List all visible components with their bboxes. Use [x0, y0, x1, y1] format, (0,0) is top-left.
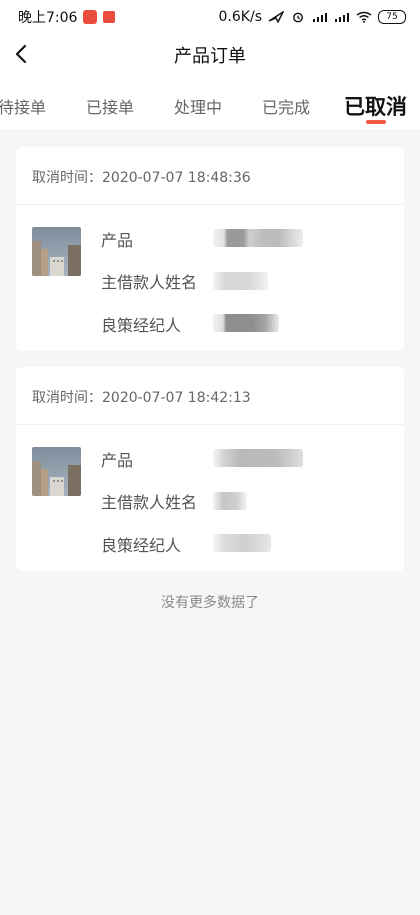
product-thumbnail [32, 447, 81, 496]
wifi-icon [356, 11, 372, 23]
product-thumbnail [32, 227, 81, 276]
agent-value-redacted [213, 534, 271, 552]
status-left: 晚上7:06 [18, 7, 116, 27]
app-icon [103, 11, 116, 23]
agent-label: 良策经纪人 [101, 536, 182, 555]
active-tab-indicator [366, 120, 386, 124]
battery-icon: 75 [378, 10, 406, 24]
agent-value-redacted [213, 314, 279, 332]
status-time: 晚上7:06 [18, 10, 78, 26]
borrower-value-redacted [213, 492, 247, 510]
no-more-data-text: 没有更多数据了 [161, 595, 259, 611]
status-right: 0.6K/s 75 [219, 9, 406, 25]
cancel-time: 取消时间：2020-07-07 18:48:36 [16, 147, 404, 205]
product-value-redacted [213, 449, 303, 467]
tab-accepted[interactable]: 已接单 [86, 94, 134, 118]
product-value-redacted [213, 229, 303, 247]
borrower-label: 主借款人姓名 [101, 493, 198, 512]
order-details: 产品 主借款人姓名 良策经纪人 [16, 425, 404, 571]
product-label: 产品 [101, 451, 134, 470]
signal-icon [313, 13, 327, 22]
signal-icon [335, 13, 349, 22]
borrower-value-redacted [213, 272, 268, 290]
page-title: 产品订单 [174, 46, 246, 67]
product-label: 产品 [101, 231, 134, 250]
tab-processing[interactable]: 处理中 [174, 94, 222, 118]
tab-cancelled[interactable]: 已取消 [344, 91, 407, 121]
order-card[interactable]: 取消时间：2020-07-07 18:48:36 产品 主借款人姓名 良策经纪人 [16, 147, 404, 351]
tab-pending[interactable]: 待接单 [0, 94, 46, 118]
alarm-icon [293, 12, 303, 23]
agent-label: 良策经纪人 [101, 316, 182, 335]
status-bar: 晚上7:06 0.6K/s 75 [0, 0, 420, 34]
borrower-label: 主借款人姓名 [101, 273, 198, 292]
send-icon [268, 11, 284, 23]
top-nav: 产品订单 [0, 34, 420, 76]
tab-completed[interactable]: 已完成 [262, 94, 310, 118]
cancel-time: 取消时间：2020-07-07 18:42:13 [16, 367, 404, 425]
order-details: 产品 主借款人姓名 良策经纪人 [16, 205, 404, 351]
order-tabs: 待接单 已接单 处理中 已完成 已取消 [0, 76, 420, 131]
network-speed: 0.6K/s [218, 9, 262, 25]
order-card[interactable]: 取消时间：2020-07-07 18:42:13 产品 主借款人姓名 良策经纪人 [16, 367, 404, 571]
order-list: 取消时间：2020-07-07 18:48:36 产品 主借款人姓名 良策经纪人… [16, 147, 404, 587]
app-icon [83, 10, 98, 24]
